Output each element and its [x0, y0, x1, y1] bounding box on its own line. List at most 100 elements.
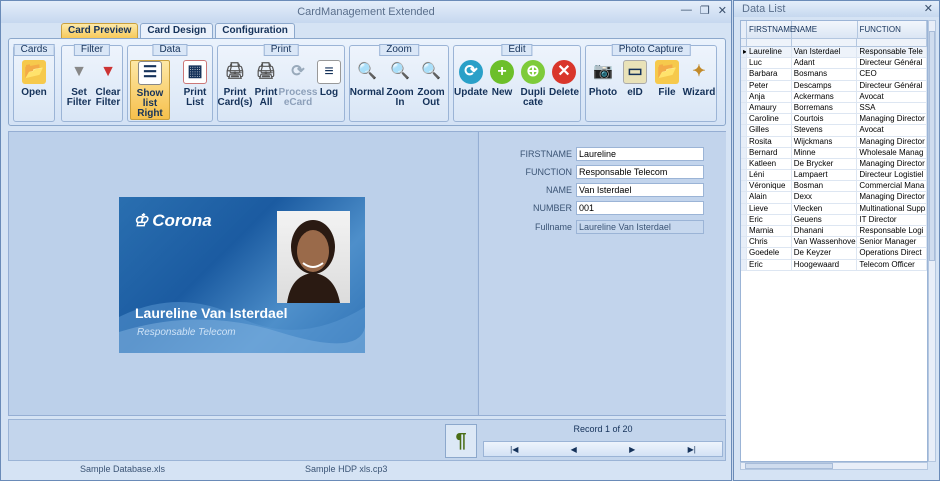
- table-row[interactable]: Katleen De Brycker Managing Director: [741, 158, 927, 171]
- table-row[interactable]: Goedele De Keyzer Operations Direct: [741, 248, 927, 260]
- table-cell[interactable]: Goedele: [747, 248, 792, 259]
- table-cell[interactable]: Lieve: [747, 203, 792, 214]
- tab-card-design[interactable]: Card Design: [140, 23, 214, 38]
- firstname-field[interactable]: Laureline: [576, 147, 704, 161]
- table-row[interactable]: Anja Ackermans Avocat: [741, 91, 927, 103]
- zoom-in-button[interactable]: 🔍 Zoom In: [385, 60, 415, 120]
- table-cell[interactable]: Van Wassenhoven: [792, 237, 858, 248]
- table-cell[interactable]: SSA: [857, 102, 927, 114]
- set-filter-button[interactable]: ▼ Set Filter: [64, 60, 94, 120]
- last-record-button[interactable]: ▶|: [688, 445, 696, 454]
- table-cell[interactable]: Katleen: [747, 158, 792, 170]
- print-cards-button[interactable]: 🖨 Print Card(s): [218, 60, 253, 120]
- update-button[interactable]: ⟳ Update: [454, 60, 488, 120]
- table-cell[interactable]: De Keyzer: [792, 248, 858, 259]
- show-list-right-button[interactable]: ☰ Show list Right: [130, 60, 170, 120]
- table-row[interactable]: Peter Descamps Directeur Général: [741, 80, 927, 92]
- scroll-thumb[interactable]: [929, 31, 935, 261]
- table-cell[interactable]: Borremans: [792, 102, 858, 114]
- table-cell[interactable]: Managing Director: [857, 158, 927, 170]
- table-cell[interactable]: Directeur Général: [857, 58, 927, 69]
- table-row[interactable]: ▸ Laureline Van Isterdael Responsable Tele: [741, 47, 927, 59]
- name-field[interactable]: Van Isterdael: [576, 183, 704, 197]
- first-record-button[interactable]: |◀: [510, 445, 518, 454]
- table-cell[interactable]: Wijckmans: [792, 136, 858, 147]
- wizard-button[interactable]: ✦ Wizard: [683, 60, 716, 120]
- log-button[interactable]: ≡ Log: [314, 60, 344, 120]
- column-header-name[interactable]: NAME: [792, 21, 858, 38]
- table-row[interactable]: Rosita Wijckmans Managing Director: [741, 136, 927, 148]
- table-cell[interactable]: Barbara: [747, 69, 792, 80]
- table-row[interactable]: Véronique Bosman Commercial Mana: [741, 181, 927, 193]
- delete-button[interactable]: ✕ Delete: [549, 60, 579, 120]
- table-cell[interactable]: Luc: [747, 58, 792, 69]
- restore-icon[interactable]: ❐: [700, 4, 710, 17]
- new-button[interactable]: + New: [487, 60, 517, 120]
- table-cell[interactable]: De Brycker: [792, 158, 858, 170]
- print-all-button[interactable]: 🖨 Print All: [251, 60, 281, 120]
- table-cell[interactable]: Commercial Mana: [857, 181, 927, 192]
- table-cell[interactable]: Anja: [747, 91, 792, 102]
- table-cell[interactable]: Stevens: [792, 125, 858, 136]
- table-cell[interactable]: Adant: [792, 58, 858, 69]
- close-icon[interactable]: ✕: [718, 4, 727, 17]
- table-cell[interactable]: Véronique: [747, 181, 792, 192]
- table-cell[interactable]: Minne: [792, 147, 858, 158]
- table-cell[interactable]: Van Isterdael: [792, 47, 858, 58]
- column-header-firstname[interactable]: FIRSTNAME: [747, 21, 795, 38]
- table-row[interactable]: Barbara Bosmans CEO: [741, 69, 927, 81]
- scroll-thumb[interactable]: [745, 463, 833, 469]
- table-cell[interactable]: Managing Director: [857, 136, 927, 147]
- table-row[interactable]: Chris Van Wassenhoven Senior Manager: [741, 237, 927, 249]
- print-list-button[interactable]: ▦ Print List: [180, 60, 210, 120]
- prev-record-button[interactable]: ◀: [571, 445, 577, 454]
- table-cell[interactable]: Alain: [747, 192, 792, 203]
- table-cell[interactable]: Managing Director: [857, 192, 927, 203]
- table-cell[interactable]: Chris: [747, 237, 792, 248]
- table-cell[interactable]: Avocat: [857, 125, 927, 136]
- table-row[interactable]: Lieve Vlecken Multinational Supp: [741, 203, 927, 215]
- table-cell[interactable]: Gilles: [747, 125, 792, 136]
- filter-function[interactable]: [857, 39, 927, 46]
- table-cell[interactable]: Rosita: [747, 136, 792, 147]
- table-cell[interactable]: Ackermans: [792, 91, 858, 102]
- file-button[interactable]: 📂 File: [652, 60, 682, 120]
- table-cell[interactable]: Responsable Logi: [857, 226, 927, 237]
- filter-name[interactable]: [792, 39, 858, 46]
- photo-button[interactable]: 📷 Photo: [588, 60, 618, 120]
- table-cell[interactable]: Lampaert: [792, 170, 858, 181]
- table-cell[interactable]: Dhanani: [792, 226, 858, 237]
- table-cell[interactable]: Geuens: [792, 214, 858, 225]
- table-cell[interactable]: Bernard: [747, 147, 792, 158]
- clear-filter-button[interactable]: ▼ Clear Filter: [93, 60, 123, 120]
- table-cell[interactable]: Bosman: [792, 181, 858, 192]
- function-field[interactable]: Responsable Telecom: [576, 165, 704, 179]
- duplicate-button[interactable]: ⊕ Dupli cate: [518, 60, 548, 120]
- table-cell[interactable]: Marnia: [747, 226, 792, 237]
- tab-configuration[interactable]: Configuration: [215, 23, 295, 38]
- table-row[interactable]: Marnia Dhanani Responsable Logi: [741, 226, 927, 238]
- pilcrow-icon[interactable]: ¶: [445, 424, 477, 458]
- table-cell[interactable]: Descamps: [792, 80, 858, 91]
- table-row[interactable]: Caroline Courtois Managing Director: [741, 114, 927, 126]
- table-row[interactable]: Eric Geuens IT Director: [741, 214, 927, 226]
- table-cell[interactable]: Responsable Tele: [857, 47, 927, 58]
- table-cell[interactable]: Laureline: [747, 47, 792, 58]
- table-cell[interactable]: Eric: [747, 259, 792, 270]
- table-row[interactable]: Léni Lampaert Directeur Logistiel: [741, 170, 927, 182]
- table-row[interactable]: Amaury Borremans SSA: [741, 102, 927, 115]
- table-cell[interactable]: Caroline: [747, 114, 792, 125]
- table-cell[interactable]: Multinational Supp: [857, 203, 927, 214]
- vertical-scrollbar[interactable]: [928, 20, 936, 462]
- table-row[interactable]: Luc Adant Directeur Général: [741, 58, 927, 70]
- table-row[interactable]: Eric Hoogewaard Telecom Officer: [741, 259, 927, 271]
- next-record-button[interactable]: ▶: [629, 445, 635, 454]
- number-field[interactable]: 001: [576, 201, 704, 215]
- table-cell[interactable]: Courtois: [792, 114, 858, 125]
- table-cell[interactable]: Operations Direct: [857, 248, 927, 259]
- table-cell[interactable]: Bosmans: [792, 69, 858, 80]
- minimize-icon[interactable]: —: [681, 4, 692, 17]
- table-cell[interactable]: Directeur Logistiel: [857, 170, 927, 181]
- table-row[interactable]: Gilles Stevens Avocat: [741, 125, 927, 137]
- table-cell[interactable]: Dexx: [792, 192, 858, 203]
